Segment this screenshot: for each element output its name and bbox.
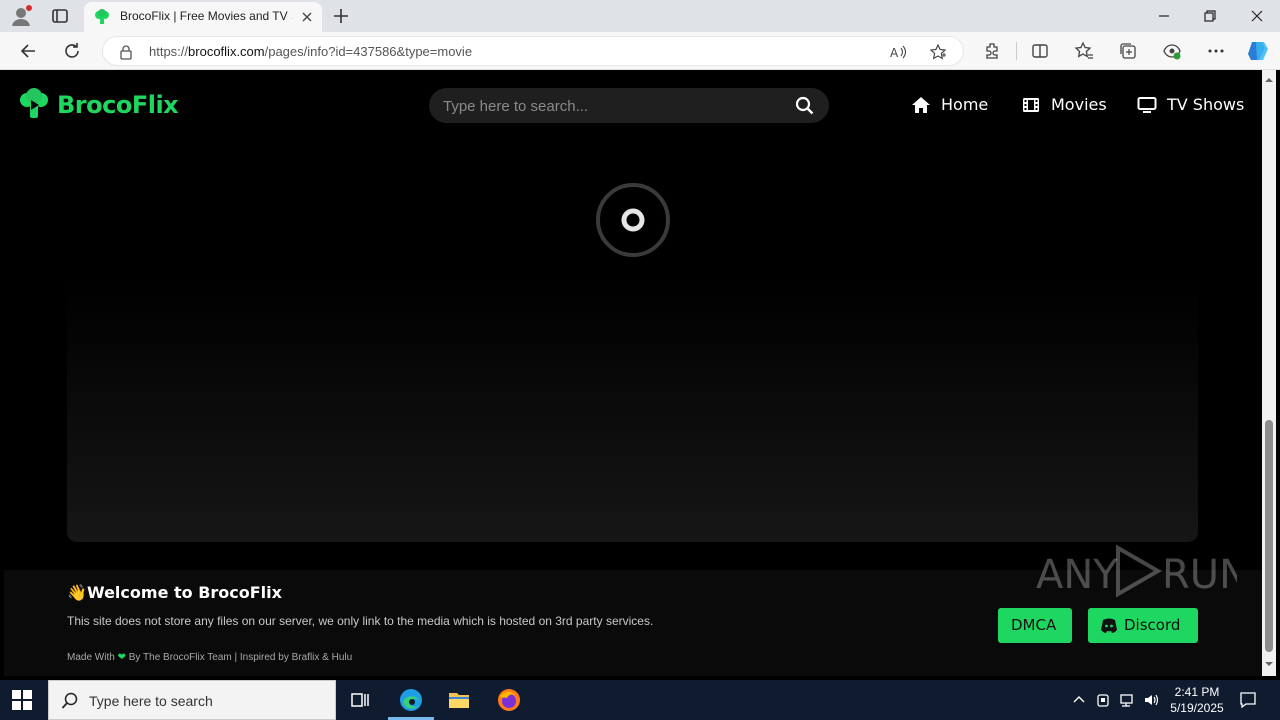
- screen: BrocoFlix | Free Movies and TV Shows htt…: [0, 0, 1280, 720]
- url-path: /pages/info?id=437586&type=movie: [264, 44, 473, 59]
- site-search: [429, 88, 829, 123]
- footer-disclaimer: This site does not store any files on ou…: [67, 614, 654, 628]
- notifications-icon[interactable]: [1239, 691, 1257, 709]
- network-icon[interactable]: [1119, 692, 1135, 708]
- url-domain: brocoflix.com: [188, 44, 265, 59]
- browser-essentials-icon[interactable]: [1162, 41, 1182, 61]
- tab-actions-icon[interactable]: [50, 6, 70, 26]
- footer-welcome-text: Welcome to BrocoFlix: [87, 583, 282, 602]
- credits-suffix: By The BrocoFlix Team | Inspired by Braf…: [128, 652, 353, 663]
- close-tab-icon[interactable]: [300, 10, 314, 24]
- dmca-label: DMCA: [1011, 616, 1057, 634]
- toolbar-divider: [1016, 42, 1017, 60]
- brocoflix-favicon-icon: [95, 9, 109, 24]
- footer-credits: Made With ❤ By The BrocoFlix Team | Insp…: [67, 652, 352, 663]
- back-arrow-icon[interactable]: [18, 41, 38, 61]
- page-scrollbar[interactable]: [1262, 70, 1276, 676]
- tv-icon: [1137, 97, 1157, 113]
- edge-browser-icon[interactable]: [399, 688, 423, 712]
- scroll-down-arrow-icon[interactable]: [1265, 660, 1273, 668]
- discord-button[interactable]: Discord: [1088, 608, 1198, 643]
- svg-text:RUN: RUN: [1162, 552, 1237, 598]
- new-tab-icon[interactable]: [332, 7, 350, 25]
- svg-text:A: A: [890, 46, 899, 60]
- clock-time: 2:41 PM: [1174, 685, 1220, 699]
- profile-avatar-icon[interactable]: [10, 5, 32, 27]
- scroll-up-arrow-icon[interactable]: [1265, 76, 1273, 84]
- windows-taskbar: Type here to search 2:41 PM 5/19/2025: [0, 680, 1280, 720]
- browser-toolbar: https://brocoflix.com/pages/info?id=4375…: [0, 32, 1280, 70]
- volume-icon[interactable]: [1143, 692, 1159, 708]
- read-aloud-icon[interactable]: A: [889, 43, 907, 61]
- loading-spinner-icon: [596, 183, 670, 257]
- browser-tab-active[interactable]: BrocoFlix | Free Movies and TV Shows: [84, 2, 322, 32]
- discord-label: Discord: [1124, 616, 1181, 634]
- lock-icon[interactable]: [119, 44, 133, 60]
- home-icon: [912, 97, 930, 113]
- video-player[interactable]: [67, 140, 1198, 542]
- favorites-icon[interactable]: [1074, 41, 1094, 61]
- svg-text:ANY: ANY: [1036, 552, 1118, 598]
- extensions-icon[interactable]: [982, 41, 1002, 61]
- nav-home-label: Home: [941, 95, 989, 114]
- search-icon[interactable]: [795, 96, 814, 115]
- film-icon: [1023, 98, 1039, 112]
- file-explorer-icon[interactable]: [447, 688, 471, 712]
- taskbar-search-placeholder: Type here to search: [89, 693, 213, 709]
- tray-overflow-chevron-icon[interactable]: [1071, 692, 1087, 708]
- scrollbar-thumb[interactable]: [1265, 420, 1273, 652]
- clock-date: 5/19/2025: [1170, 701, 1224, 715]
- collections-icon[interactable]: [1118, 41, 1138, 61]
- more-options-icon[interactable]: [1206, 41, 1226, 61]
- taskbar-search-icon: [61, 692, 78, 709]
- site-header: BrocoFlix Home Movies TV Shows: [4, 70, 1262, 140]
- url-scheme: https://: [149, 44, 189, 59]
- brand-name: BrocoFlix: [57, 91, 179, 119]
- dmca-button[interactable]: DMCA: [998, 608, 1072, 643]
- tab-title: BrocoFlix | Free Movies and TV Shows: [120, 9, 292, 23]
- favorite-star-icon[interactable]: [929, 43, 947, 61]
- copilot-icon[interactable]: [1246, 39, 1270, 63]
- waving-hand-icon: 👋: [67, 583, 87, 602]
- address-bar[interactable]: https://brocoflix.com/pages/info?id=4375…: [102, 36, 964, 66]
- footer-welcome-heading: 👋Welcome to BrocoFlix: [67, 583, 282, 602]
- taskbar-clock[interactable]: 2:41 PM 5/19/2025: [1166, 684, 1228, 716]
- search-input[interactable]: [443, 96, 783, 116]
- url-text[interactable]: https://brocoflix.com/pages/info?id=4375…: [149, 44, 472, 59]
- split-screen-icon[interactable]: [1030, 41, 1050, 61]
- firefox-icon[interactable]: [497, 688, 521, 712]
- heart-icon: ❤: [117, 652, 126, 663]
- task-view-icon[interactable]: [348, 688, 372, 712]
- reload-icon[interactable]: [62, 41, 82, 61]
- discord-icon: [1101, 618, 1117, 633]
- windows-start-icon[interactable]: [12, 690, 32, 710]
- nav-movies-label: Movies: [1051, 95, 1107, 114]
- restore-icon[interactable]: [1202, 8, 1218, 24]
- credits-prefix: Made With: [67, 652, 115, 663]
- meet-now-icon[interactable]: [1095, 692, 1111, 708]
- broccoli-logo-icon: [20, 88, 48, 118]
- anyrun-watermark-icon: ANY RUN: [1036, 544, 1237, 598]
- minimize-icon[interactable]: [1156, 8, 1172, 24]
- taskbar-search[interactable]: Type here to search: [48, 680, 336, 720]
- nav-tv-shows-label: TV Shows: [1167, 95, 1245, 114]
- close-window-icon[interactable]: [1249, 8, 1265, 24]
- browser-tab-strip: BrocoFlix | Free Movies and TV Shows: [0, 0, 1280, 32]
